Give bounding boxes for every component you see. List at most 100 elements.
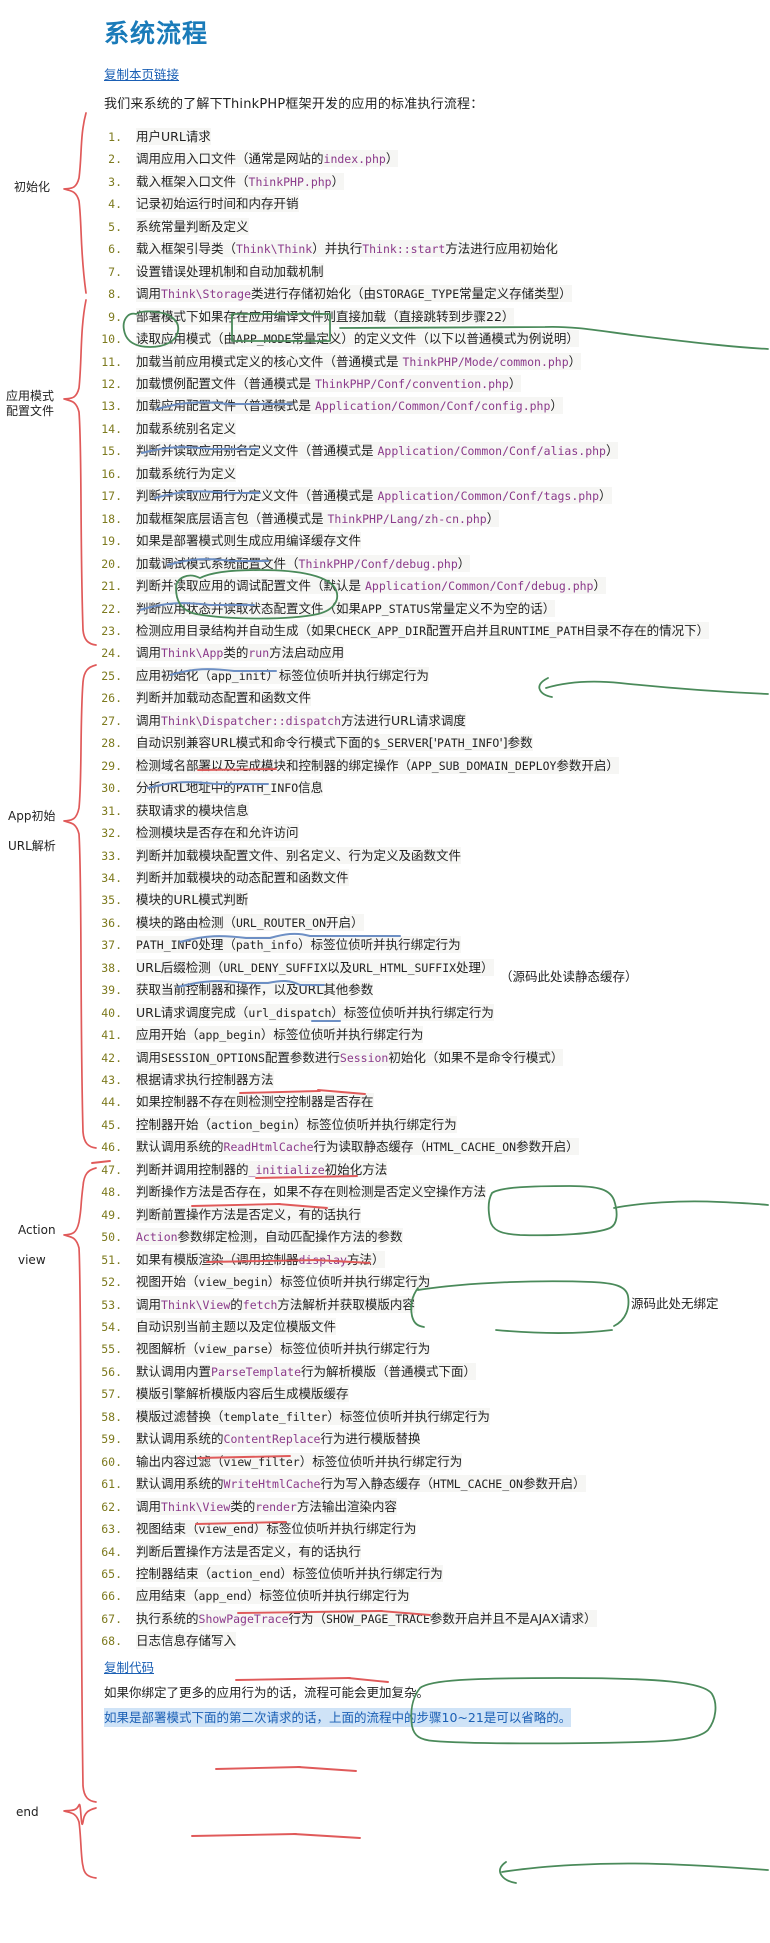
flow-step-text: 调用应用入口文件（通常是网站的index.php） [136,150,399,168]
flow-step-number: 42 [92,1047,122,1069]
flow-step-text: 控制器结束（action_end）标签位侦听并执行绑定行为 [136,1565,443,1582]
flow-step-text: URL后缀检测（URL_DENY_SUFFIX以及URL_HTML_SUFFIX… [136,958,494,976]
flow-step-number: 54 [92,1316,122,1338]
flow-step-text: Action参数绑定检测，自动匹配操作方法的参数 [136,1228,403,1246]
flow-step: 42 调用SESSION_OPTIONS配置参数进行Session初始化（如果不是… [0,1047,770,1069]
flow-step: 56 默认调用内置ParseTemplate行为解析模版（普通模式下面） [0,1361,770,1383]
underline-action-end-b [297,1766,357,1772]
flow-step: 20 加载调试模式系统配置文件（ThinkPHP/Conf/debug.php） [0,553,770,575]
flow-step-number: 50 [92,1226,122,1248]
flow-step-number: 30 [92,777,122,799]
group-label-action-view: Action view [18,1223,56,1267]
flow-step-text: 自动识别兼容URL模式和命令行模式下面的$_SERVER['PATH_INFO'… [136,734,533,752]
flow-step: 17 判断并读取应用行为定义文件（普通模式是 Application/Common… [0,485,770,507]
flow-step-text: 判断并读取应用行为定义文件（普通模式是 Application/Common/C… [136,487,612,505]
flow-step-number: 55 [92,1338,122,1360]
flow-step-number: 61 [92,1473,122,1495]
flow-step: 44 如果控制器不存在则检测空控制器是否存在 [0,1091,770,1113]
flow-step-text: 默认调用系统的WriteHtmlCache行为写入静态缓存（HTML_CACHE… [136,1475,586,1493]
flow-step-number: 41 [92,1024,122,1046]
flow-step-text: 读取应用模式（由APP_MODE常量定义）的定义文件（以下以普通模式为例说明） [136,330,579,348]
flow-step-number: 59 [92,1428,122,1450]
flow-step-text: 视图开始（view_begin）标签位侦听并执行绑定行为 [136,1273,431,1291]
flow-step-number: 37 [92,934,122,956]
flow-step: 25 应用初始化（app_init）标签位侦听并执行绑定行为 [0,665,770,687]
flow-step-number: 3 [92,171,122,193]
flow-step: 33 判断并加载模块配置文件、别名定义、行为定义及函数文件 [0,845,770,867]
flow-step: 32 检测模块是否存在和允许访问 [0,822,770,844]
flow-step: 31 获取请求的模块信息 [0,800,770,822]
flow-step: 67 执行系统的ShowPageTrace行为（SHOW_PAGE_TRACE参数… [0,1608,770,1630]
flow-step-text: 调用Think\Storage类进行存储初始化（由STORAGE_TYPE常量定… [136,285,572,303]
flow-step-number: 56 [92,1361,122,1383]
flow-step-number: 36 [92,912,122,934]
flow-step-text: 用户URL请求 [136,128,211,145]
flow-step-number: 47 [92,1159,122,1181]
flow-step-number: 64 [92,1541,122,1563]
flow-step-text: URL请求调度完成（url_dispatch）标签位侦听并执行绑定行为 [136,1003,494,1021]
flow-step-number: 25 [92,665,122,687]
flow-step-number: 60 [92,1451,122,1473]
flow-step-text: 如果是部署模式则生成应用编译缓存文件 [136,532,362,550]
flow-step-text: 判断后置操作方法是否定义，有的话执行 [136,1542,362,1560]
flow-step-number: 48 [92,1181,122,1203]
flow-step: 27 调用Think\Dispatcher::dispatch方法进行URL请求调… [0,710,770,732]
flow-step-text: 载入框架入口文件（ThinkPHP.php） [136,172,345,190]
flow-step: 64 判断后置操作方法是否定义，有的话执行 [0,1541,770,1563]
copy-page-link[interactable]: 复制本页链接 [104,67,179,82]
flow-step: 14 加载系统别名定义 [0,418,770,440]
page-root: 系统流程 复制本页链接 我们来系统的了解下ThinkPHP框架开发的应用的标准执… [0,0,770,1943]
flow-step: 61 默认调用系统的WriteHtmlCache行为写入静态缓存（HTML_CAC… [0,1473,770,1495]
flow-step-number: 21 [92,575,122,597]
flow-step-text: 判断并读取应用别名定义文件（普通模式是 Application/Common/C… [136,442,619,460]
flow-step-text: 判断并加载动态配置和函数文件 [136,689,312,707]
flow-step-number: 40 [92,1002,122,1024]
flow-step-number: 26 [92,687,122,709]
flow-step-number: 38 [92,957,122,979]
flow-step-text: 加载当前应用模式定义的核心文件（普通模式是 ThinkPHP/Mode/comm… [136,352,582,370]
flow-step: 13 加载应用配置文件（普通模式是 Application/Common/Conf… [0,395,770,417]
underline-app-end-b [293,1833,361,1839]
flow-step-text: 模块的路由检测（URL_ROUTER_ON开启） [136,913,364,931]
flow-step-number: 4 [92,193,122,215]
flow-step-number: 44 [92,1091,122,1113]
flow-step-number: 17 [92,485,122,507]
connector-step68 [501,1862,769,1873]
flow-step: 7 设置错误处理机制和自动加载机制 [0,261,770,283]
flow-step: 9 部署模式下如果存在应用编译文件则直接加载（直接跳转到步骤22） [0,306,770,328]
closing-note: 如果你绑定了更多的应用行为的话，流程可能会更加复杂。 [104,1684,430,1700]
flow-step-text: 设置错误处理机制和自动加载机制 [136,262,324,280]
flow-step-number: 27 [92,710,122,732]
flow-step-number: 20 [92,553,122,575]
flow-step: 10 读取应用模式（由APP_MODE常量定义）的定义文件（以下以普通模式为例说明… [0,328,770,350]
flow-step: 47 判断并调用控制器的_initialize初始化方法 [0,1159,770,1181]
copy-code-link[interactable]: 复制代码 [104,1660,154,1675]
intro-paragraph: 我们来系统的了解下ThinkPHP框架开发的应用的标准执行流程： [104,97,484,112]
flow-step: 5 系统常量判断及定义 [0,216,770,238]
flow-step-number: 15 [92,440,122,462]
flow-step-number: 68 [92,1630,122,1652]
flow-step-text: 加载系统别名定义 [136,419,237,437]
flow-step-number: 35 [92,889,122,911]
bracket-end [63,1803,97,1879]
flow-step: 63 视图结束（view_end）标签位侦听并执行绑定行为 [0,1518,770,1540]
flow-step: 11 加载当前应用模式定义的核心文件（普通模式是 ThinkPHP/Mode/co… [0,351,770,373]
flow-step-number: 1 [92,126,122,148]
flow-step-text: 分析URL地址中的PATH_INFO信息 [136,779,324,797]
flow-step-number: 65 [92,1563,122,1585]
flow-step: 57 模版引擎解析模版内容后生成模版缓存 [0,1383,770,1405]
flow-step-text: 检测域名部署以及完成模块和控制器的绑定操作（APP_SUB_DOMAIN_DEP… [136,756,619,774]
flow-step-text: 记录初始运行时间和内存开销 [136,195,299,213]
flow-step: 38 URL后缀检测（URL_DENY_SUFFIX以及URL_HTML_SUFF… [0,957,770,979]
flow-step-text: 应用开始（app_begin）标签位侦听并执行绑定行为 [136,1026,424,1044]
flow-step: 4 记录初始运行时间和内存开销 [0,193,770,215]
flow-step: 50 Action参数绑定检测，自动匹配操作方法的参数 [0,1226,770,1248]
flow-step-number: 33 [92,845,122,867]
flow-step-text: 判断应用状态并读取状态配置文件（如果APP_STATUS常量定义不为空的话） [136,599,556,617]
flow-step-text: 判断并调用控制器的_initialize初始化方法 [136,1160,388,1178]
underline-action-end-a [215,1766,301,1770]
flow-step: 26 判断并加载动态配置和函数文件 [0,687,770,709]
flow-step-text: 如果控制器不存在则检测空控制器是否存在 [136,1093,374,1111]
flow-step: 1 用户URL请求 [0,126,770,148]
group-label-app-init-url-parse: App初始 URL解析 [8,809,56,853]
